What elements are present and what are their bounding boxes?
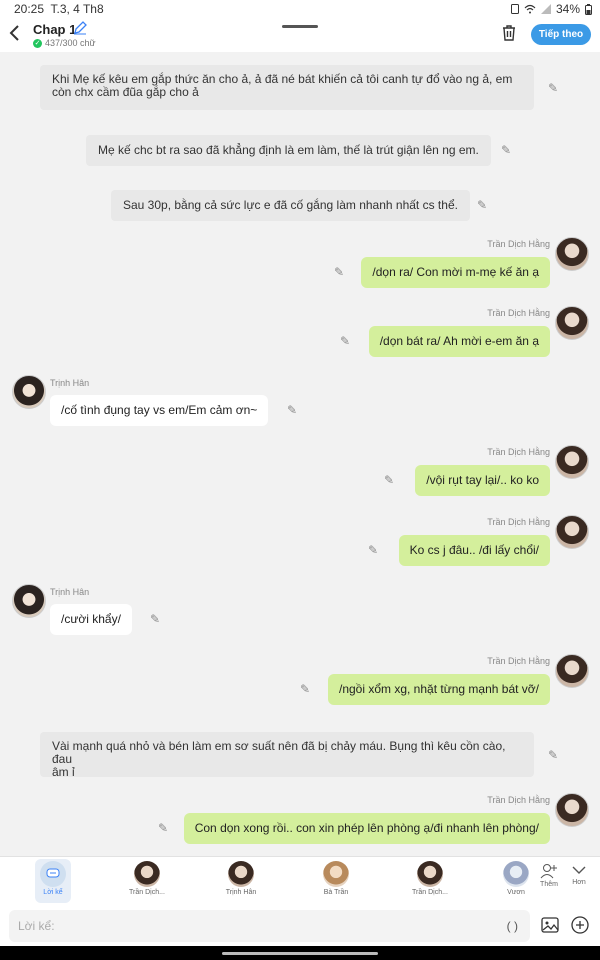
signal-icon (540, 4, 551, 14)
plus-circle-icon (571, 916, 589, 934)
avatar[interactable] (12, 375, 46, 409)
narration-message[interactable]: Mẹ kế chc bt ra sao đã khẳng định là em … (86, 135, 491, 166)
add-button[interactable] (571, 916, 589, 934)
drag-handle[interactable] (282, 25, 318, 28)
avatar[interactable] (555, 445, 589, 479)
avatar[interactable] (555, 515, 589, 549)
avatar (228, 861, 254, 887)
avatar (134, 861, 160, 887)
edit-icon[interactable]: ✎ (366, 543, 380, 557)
edit-icon[interactable]: ✎ (298, 682, 312, 696)
character-5[interactable]: Vươn (496, 859, 536, 896)
character-selector: Lời kể Trần Dịch... Trịnh Hân Bà Trần Tr… (0, 856, 600, 906)
sender-name: Trần Dịch Hằng (487, 239, 550, 249)
chapter-header: Chap 1 ✓ 437/300 chữ Tiếp theo (0, 18, 600, 52)
status-time: 20:25 T.3, 4 Th8 (14, 2, 104, 16)
sender-name: Trần Dịch Hằng (487, 795, 550, 805)
chat-bubble-other[interactable]: /cố tình đụng tay vs em/Em cảm ơn~ (50, 395, 269, 426)
avatar (503, 861, 529, 887)
battery-icon (585, 3, 592, 15)
status-icons: 34% (510, 2, 592, 16)
avatar (323, 861, 349, 887)
narration-message[interactable]: Vài mạnh quá nhỏ và bén làm em sơ suất n… (40, 732, 534, 779)
edit-icon[interactable]: ✎ (382, 473, 396, 487)
edit-icon[interactable]: ✎ (546, 748, 560, 762)
character-narrator[interactable]: Lời kể (35, 859, 71, 903)
edit-icon[interactable]: ✎ (475, 198, 489, 212)
edit-icon[interactable]: ✎ (499, 143, 513, 157)
character-2[interactable]: Trịnh Hân (211, 859, 271, 896)
wifi-icon (524, 4, 536, 14)
character-4[interactable]: Trần Dịch... (400, 859, 460, 896)
chapter-title[interactable]: Chap 1 (33, 22, 76, 37)
avatar[interactable] (555, 237, 589, 271)
back-button[interactable] (8, 24, 26, 44)
system-nav-bar (0, 946, 600, 960)
avatar[interactable] (555, 793, 589, 827)
add-character-button[interactable]: Thêm (537, 863, 561, 888)
chat-bubble-self[interactable]: /ngồi xổm xg, nhặt từng mạnh bát vỡ/ (327, 674, 550, 705)
chat-bubble-self[interactable]: /dọn ra/ Con mời m-mẹ kế ăn ạ (361, 257, 550, 288)
image-button[interactable] (541, 916, 559, 934)
input-bar: Lời kể: ( ) (0, 906, 600, 946)
sender-name: Trần Dịch Hằng (487, 447, 550, 457)
delete-button[interactable] (501, 24, 519, 44)
edit-title-icon[interactable] (73, 21, 87, 38)
parentheses-button[interactable]: ( ) (507, 910, 518, 942)
chat-bubble-self[interactable]: Con dọn xong rồi.. con xin phép lên phòn… (183, 813, 550, 844)
sender-name: Trần Dịch Hằng (487, 656, 550, 666)
more-button[interactable]: Hơn (567, 863, 591, 886)
chat-bubble-self[interactable]: Ko cs j đâu.. /đi lấy chổi/ (398, 535, 550, 566)
status-bar: 20:25 T.3, 4 Th8 34% (0, 0, 600, 18)
chat-bubble-self[interactable]: /vội rụt tay lại/.. ko ko (415, 465, 550, 496)
avatar[interactable] (555, 306, 589, 340)
avatar (417, 861, 443, 887)
next-button[interactable]: Tiếp theo (531, 24, 591, 45)
check-icon: ✓ (33, 38, 42, 48)
character-1[interactable]: Trần Dịch... (117, 859, 177, 896)
sender-name: Trịnh Hân (50, 587, 90, 597)
edit-icon[interactable]: ✎ (338, 334, 352, 348)
add-user-icon (540, 864, 557, 879)
chevron-left-icon (9, 25, 19, 41)
avatar[interactable] (555, 654, 589, 688)
narration-message[interactable]: Khi Mẹ kế kêu em gắp thức ăn cho ả, ả đã… (40, 65, 534, 110)
chat-bubble-other[interactable]: /cười khẩy/ (50, 604, 132, 635)
edit-icon[interactable]: ✎ (148, 612, 162, 626)
word-counter: ✓ 437/300 chữ (33, 38, 96, 48)
avatar[interactable] (12, 584, 46, 618)
edit-icon[interactable]: ✎ (285, 403, 299, 417)
home-indicator[interactable] (222, 952, 378, 955)
narrator-icon (40, 861, 66, 887)
sender-name: Trần Dịch Hằng (487, 517, 550, 527)
battery-level: 34% (555, 2, 580, 16)
sim-icon (510, 4, 519, 14)
edit-icon[interactable]: ✎ (332, 265, 346, 279)
narration-message[interactable]: Sau 30p, bằng cả sức lực e đã cố gắng là… (111, 190, 470, 221)
chevron-down-icon (572, 866, 586, 874)
sender-name: Trịnh Hân (50, 378, 90, 388)
sender-name: Trần Dịch Hằng (487, 308, 550, 318)
chat-bubble-self[interactable]: /dọn bát ra/ Ah mời e-em ăn ạ (368, 326, 550, 357)
trash-icon (503, 25, 515, 41)
character-3[interactable]: Bà Trần (306, 859, 366, 896)
narration-input[interactable]: Lời kể: ( ) (9, 910, 530, 942)
chat-area[interactable]: Khi Mẹ kế kêu em gắp thức ăn cho ả, ả đã… (0, 52, 600, 856)
image-icon (541, 917, 559, 933)
edit-icon[interactable]: ✎ (546, 81, 560, 95)
edit-icon[interactable]: ✎ (156, 821, 170, 835)
